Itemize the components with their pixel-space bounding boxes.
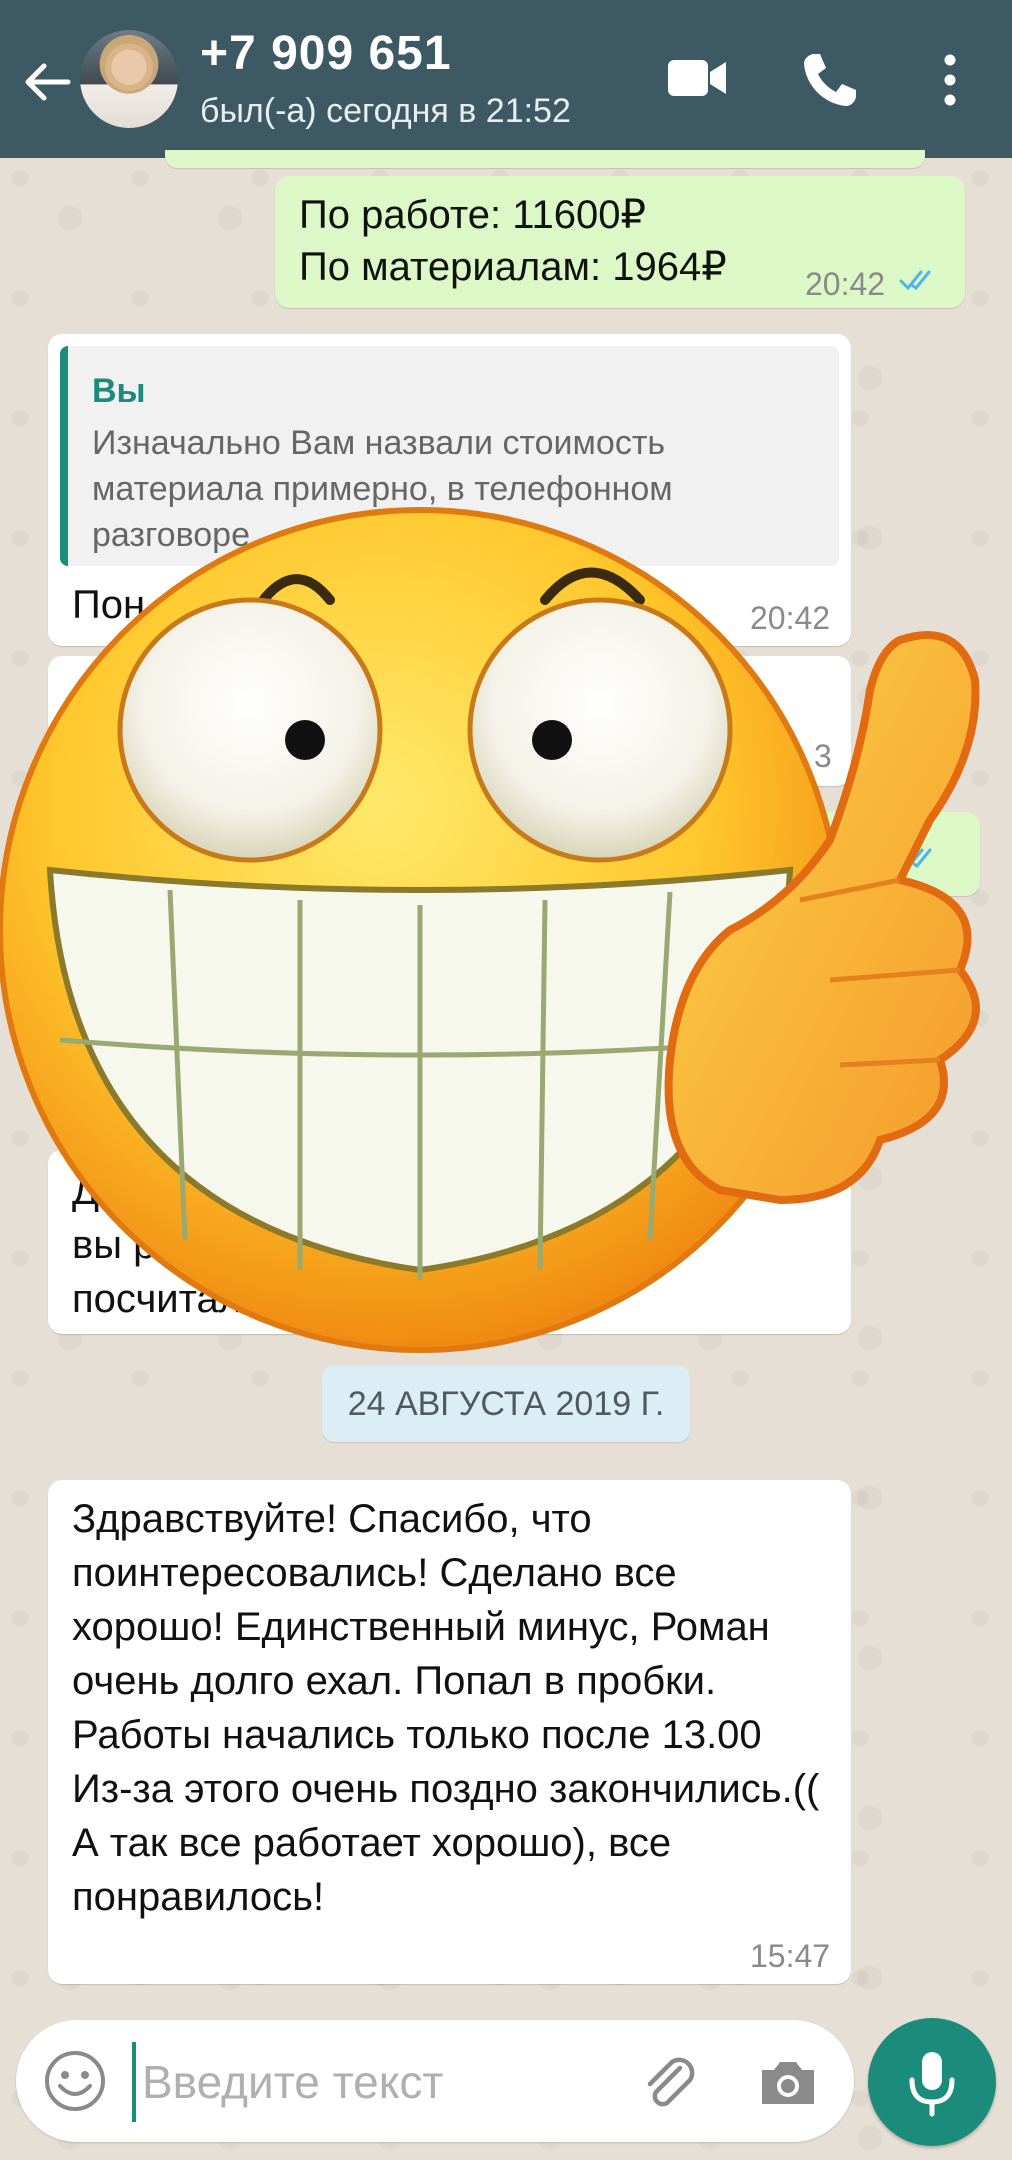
quote-author: Вы	[92, 372, 146, 410]
chat-header: +7 909 651 был(-а) сегодня в 21:52	[0, 0, 1012, 158]
phone-call-icon[interactable]	[800, 50, 860, 110]
contact-avatar[interactable]	[80, 30, 178, 128]
contact-name[interactable]: +7 909 651	[200, 26, 452, 81]
back-arrow-icon[interactable]	[18, 54, 74, 110]
message-bubble-outgoing[interactable]: По работе: 11600₽ По материалам: 1964₽ 2…	[275, 176, 965, 308]
more-menu-icon[interactable]	[930, 50, 970, 110]
mic-icon	[909, 2052, 955, 2117]
message-time: 20:42	[805, 266, 886, 302]
contact-last-seen: был(-а) сегодня в 21:52	[200, 92, 571, 130]
emoji-icon[interactable]	[42, 2048, 108, 2114]
camera-icon[interactable]	[756, 2052, 820, 2112]
video-call-icon[interactable]	[666, 50, 728, 106]
read-ticks-icon	[899, 270, 931, 291]
message-time: 15:47	[750, 1938, 831, 1974]
message-text-line: По работе: 11600₽	[299, 193, 646, 237]
message-text: Здравствуйте! Спасибо, что поинтересовал…	[72, 1497, 820, 1919]
attach-icon[interactable]	[636, 2050, 702, 2116]
message-text-line: По материалам: 1964₽	[299, 245, 727, 289]
voice-record-button[interactable]	[868, 2018, 996, 2146]
message-bubble-partial	[165, 150, 925, 168]
message-input[interactable]	[132, 2042, 614, 2122]
grinning-thumbs-up-sticker-icon[interactable]	[0, 500, 1012, 1380]
message-composer	[16, 2020, 854, 2142]
message-bubble-incoming[interactable]: Здравствуйте! Спасибо, что поинтересовал…	[48, 1480, 851, 1984]
